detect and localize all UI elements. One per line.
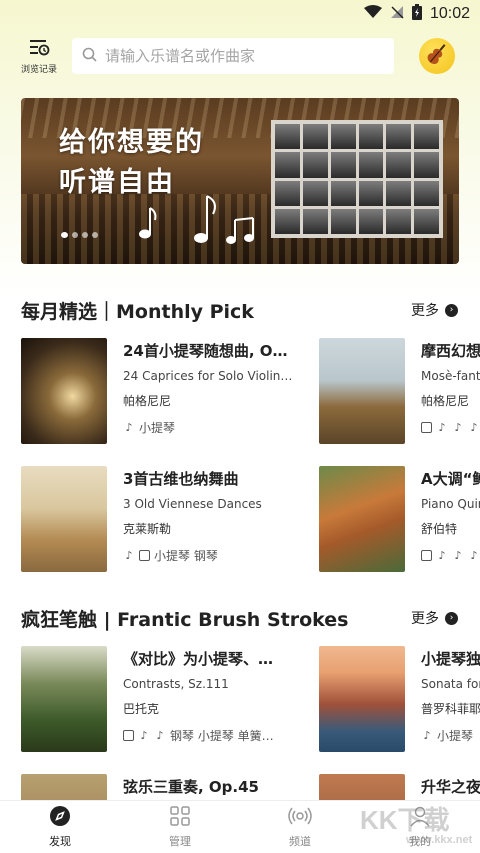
card-subtitle: Sonata for <box>421 677 480 691</box>
piano-icon <box>139 549 150 561</box>
score-card[interactable]: 《对比》为小提琴、… Contrasts, Sz.111 巴托克 ♪ ♪ 钢琴 … <box>21 646 321 752</box>
card-composer: 普罗科菲耶 <box>421 702 480 716</box>
violin-icon: ♪ <box>423 728 431 742</box>
nav-label: 发现 <box>49 835 71 848</box>
more-label: 更多 <box>411 611 439 627</box>
nav-manage[interactable]: 管理 <box>120 801 240 853</box>
grid-icon <box>169 805 191 830</box>
card-subtitle: Mosè-fanta <box>421 369 480 383</box>
card-title: 小提琴独 <box>421 650 480 668</box>
card-title: 摩西幻想 <box>421 342 480 360</box>
card-subtitle: Contrasts, Sz.111 <box>123 677 229 691</box>
card-composer: 帕格尼尼 <box>421 394 470 408</box>
card-composer: 舒伯特 <box>421 522 458 536</box>
instrument-tags: 小提琴 <box>139 420 176 435</box>
card-composer: 巴托克 <box>123 702 160 716</box>
radio-icon <box>288 805 312 830</box>
violin-icon: ♪ <box>454 548 462 562</box>
card-tags: ♪ 小提琴 <box>421 727 480 743</box>
card-tags: ♪ 小提琴 钢琴 <box>123 547 323 563</box>
painting-thumbnail <box>21 466 107 572</box>
score-card[interactable]: 摩西幻想 Mosè-fanta 帕格尼尼 ♪ ♪ ♪ <box>319 338 480 444</box>
piano-icon <box>421 549 432 561</box>
nav-label: 管理 <box>169 835 191 848</box>
painting-thumbnail <box>319 466 405 572</box>
card-tags: ♪ ♪ ♪ <box>421 419 480 435</box>
score-card[interactable]: 小提琴独 Sonata for 普罗科菲耶 ♪ 小提琴 <box>319 646 480 752</box>
nav-mine[interactable]: 我的 <box>360 801 480 853</box>
nav-label: 频道 <box>289 835 311 848</box>
card-title: 24首小提琴随想曲, O… <box>123 342 288 360</box>
clarinet-icon: ♪ <box>156 728 164 742</box>
card-title: 弦乐三重奏, Op.45 <box>123 778 259 796</box>
instrument-tags: 小提琴 <box>437 728 474 743</box>
nav-channel[interactable]: 频道 <box>240 801 360 853</box>
painting-thumbnail <box>319 338 405 444</box>
violin-icon: ♪ <box>140 728 148 742</box>
arrow-right-icon: › <box>445 611 458 625</box>
violin-icon: ♪ <box>470 548 478 562</box>
card-subtitle: 24 Caprices for Solo Violin… <box>123 369 293 383</box>
more-button[interactable]: 更多 › <box>411 300 458 320</box>
violin-icon: ♪ <box>125 548 133 562</box>
card-subtitle: Piano Quin <box>421 497 480 511</box>
piano-icon <box>421 421 432 433</box>
instrument-tags: 小提琴 钢琴 <box>154 548 218 563</box>
bottom-nav: 发现 管理 频道 我的 <box>0 800 480 853</box>
violin-icon: ♪ <box>125 420 133 434</box>
card-title: A大调“鳟 <box>421 470 480 488</box>
brush-strokes-header: 疯狂笔触 | Frantic Brush Strokes 更多 › <box>21 603 480 633</box>
card-composer: 帕格尼尼 <box>123 394 172 408</box>
card-tags: ♪ ♪ ♪ <box>421 547 480 563</box>
section-title: 疯狂笔触 | Frantic Brush Strokes <box>21 608 349 631</box>
more-button[interactable]: 更多 › <box>411 608 458 628</box>
card-title: 升华之夜 <box>421 778 480 796</box>
arrow-right-icon: › <box>445 303 458 317</box>
piano-icon <box>123 729 134 741</box>
score-card[interactable]: 24首小提琴随想曲, O… 24 Caprices for Solo Violi… <box>21 338 321 444</box>
violin-icon: ♪ <box>470 420 478 434</box>
painting-thumbnail <box>21 646 107 752</box>
section-title: 每月精选｜Monthly Pick <box>21 300 254 323</box>
more-label: 更多 <box>411 303 439 319</box>
nav-discover[interactable]: 发现 <box>0 801 120 853</box>
nav-label: 我的 <box>409 835 431 848</box>
compass-icon <box>49 805 71 830</box>
instrument-tags: 钢琴 小提琴 单簧… <box>170 728 274 743</box>
card-tags: ♪ ♪ 钢琴 小提琴 单簧… <box>123 727 323 743</box>
monthly-pick-header: 每月精选｜Monthly Pick 更多 › <box>21 295 480 325</box>
guitar-icon: ♪ <box>454 420 462 434</box>
card-tags: ♪ 小提琴 <box>123 419 323 435</box>
painting-thumbnail <box>21 338 107 444</box>
score-card[interactable]: 3首古维也纳舞曲 3 Old Viennese Dances 克莱斯勒 ♪ 小提… <box>21 466 321 572</box>
violin-icon: ♪ <box>438 548 446 562</box>
content-area: 每月精选｜Monthly Pick 更多 › 24首小提琴随想曲, O… 24 … <box>0 0 480 853</box>
card-subtitle: 3 Old Viennese Dances <box>123 497 262 511</box>
painting-thumbnail <box>319 646 405 752</box>
card-title: 3首古维也纳舞曲 <box>123 470 239 488</box>
user-icon <box>409 805 431 830</box>
violin-icon: ♪ <box>438 420 446 434</box>
card-title: 《对比》为小提琴、… <box>123 650 274 668</box>
card-composer: 克莱斯勒 <box>123 522 172 536</box>
score-card[interactable]: A大调“鳟 Piano Quin 舒伯特 ♪ ♪ ♪ <box>319 466 480 572</box>
